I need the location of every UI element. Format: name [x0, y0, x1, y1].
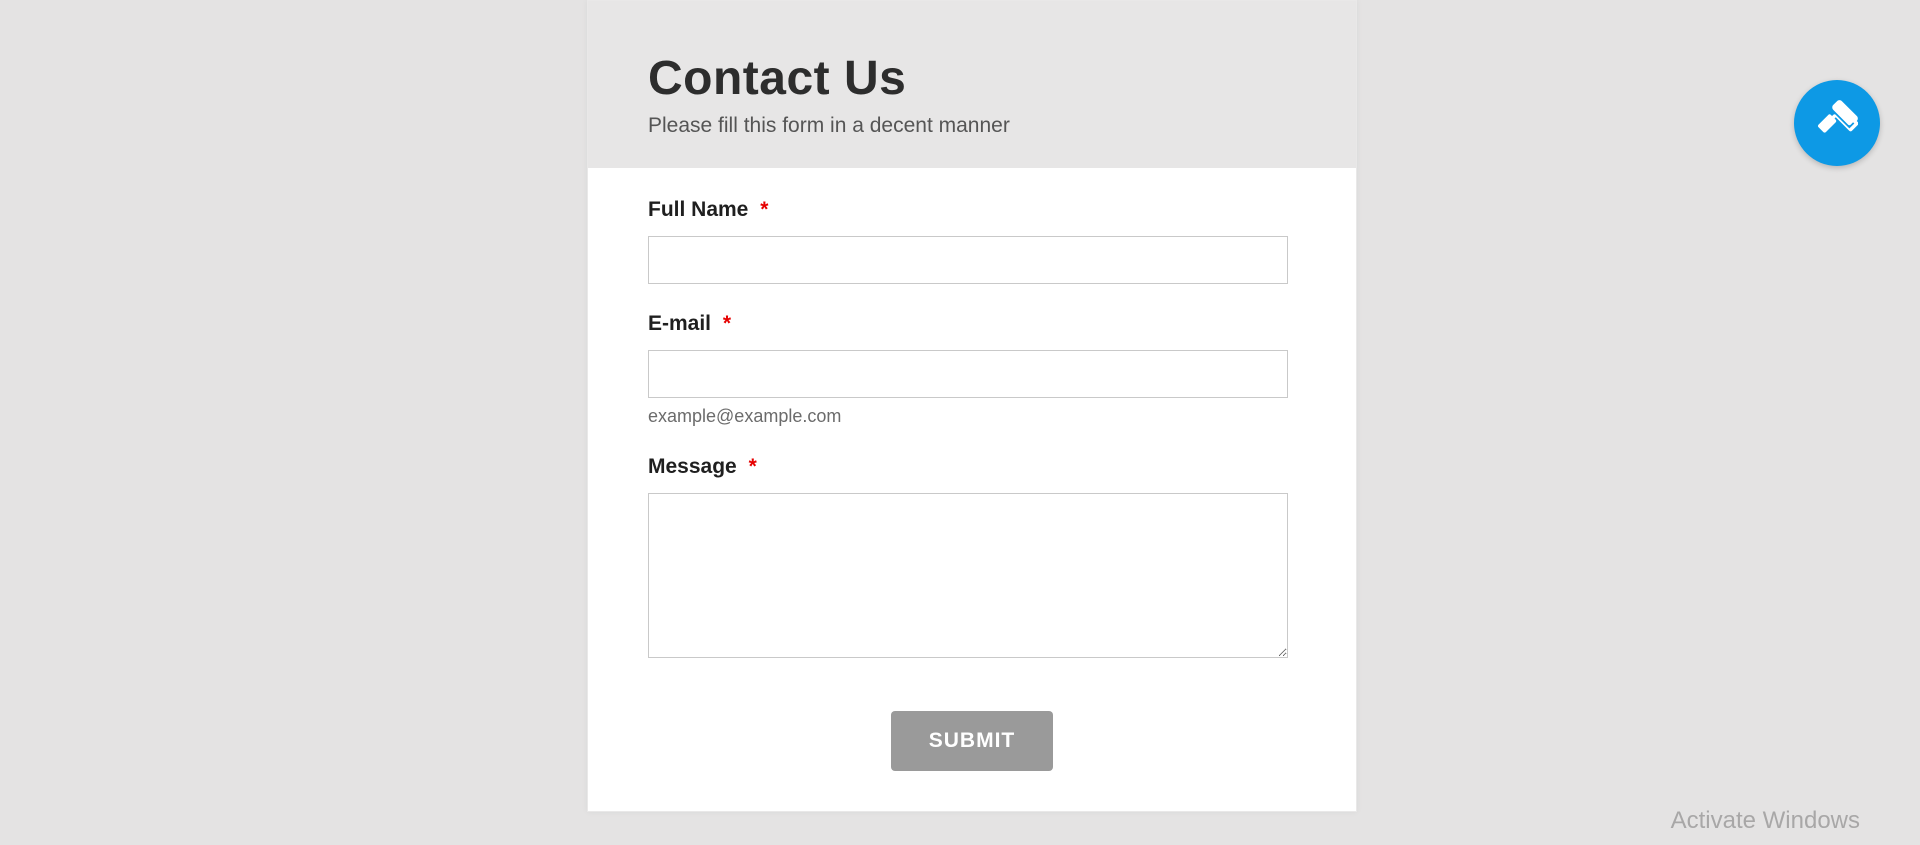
submit-button[interactable]: SUBMIT: [891, 711, 1054, 771]
message-textarea[interactable]: [648, 493, 1288, 658]
email-label-text: E-mail: [648, 312, 711, 335]
field-message: Message *: [648, 455, 1296, 663]
windows-activation-watermark: Activate Windows: [1671, 807, 1860, 835]
contact-form-card: Contact Us Please fill this form in a de…: [587, 0, 1357, 812]
message-label: Message *: [648, 455, 1296, 479]
theme-fab-button[interactable]: [1794, 80, 1880, 166]
email-hint: example@example.com: [648, 406, 1296, 427]
form-header: Contact Us Please fill this form in a de…: [588, 1, 1356, 168]
form-title: Contact Us: [648, 51, 1296, 106]
message-label-text: Message: [648, 455, 737, 478]
paint-roller-icon: [1816, 100, 1858, 147]
required-star-icon: *: [760, 198, 768, 221]
fullname-label-text: Full Name: [648, 198, 748, 221]
submit-row: SUBMIT: [648, 691, 1296, 771]
required-star-icon: *: [749, 455, 757, 478]
form-subtitle: Please fill this form in a decent manner: [648, 114, 1296, 138]
email-label: E-mail *: [648, 312, 1296, 336]
field-email: E-mail * example@example.com: [648, 312, 1296, 427]
email-input[interactable]: [648, 350, 1288, 398]
field-fullname: Full Name *: [648, 198, 1296, 284]
fullname-label: Full Name *: [648, 198, 1296, 222]
fullname-input[interactable]: [648, 236, 1288, 284]
required-star-icon: *: [723, 312, 731, 335]
form-body: Full Name * E-mail * example@example.com…: [588, 168, 1356, 811]
